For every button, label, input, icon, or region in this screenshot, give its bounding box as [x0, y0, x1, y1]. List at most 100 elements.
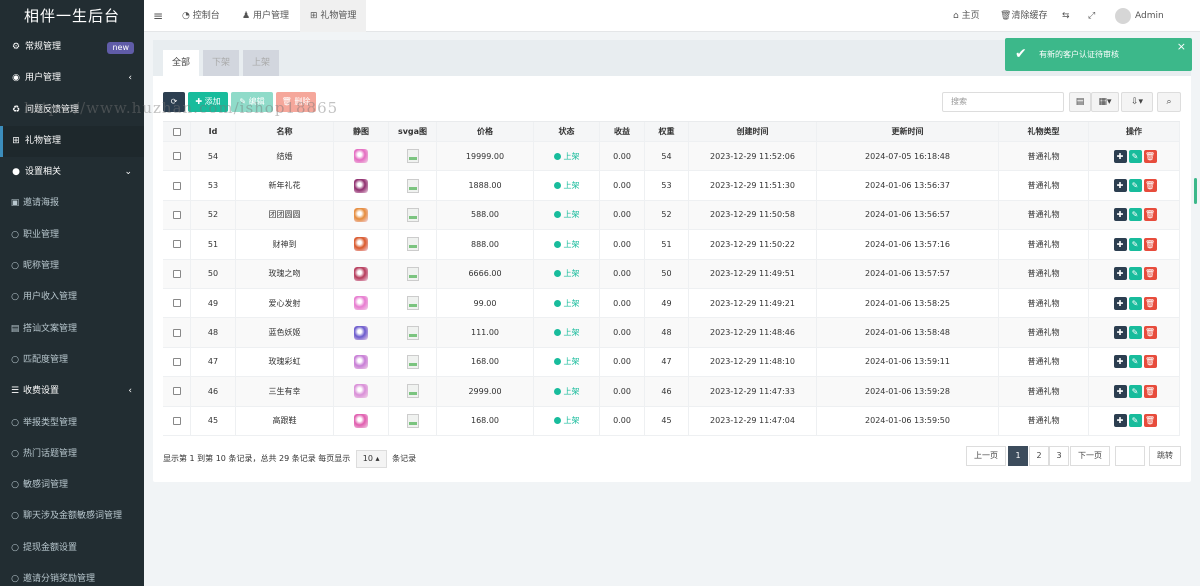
drag-sort-icon[interactable]: ✚ [1113, 296, 1127, 310]
svga-file-icon[interactable] [406, 384, 419, 399]
edit-icon[interactable]: ✎ [1128, 267, 1142, 281]
delete-icon[interactable]: 🗑 [1143, 149, 1157, 163]
delete-icon[interactable]: 🗑 [1143, 296, 1157, 310]
svga-file-icon[interactable] [406, 237, 419, 252]
gift-thumbnail[interactable] [354, 207, 368, 222]
next-page-button[interactable]: 下一页 [1070, 446, 1110, 466]
column-header[interactable]: Id [191, 122, 236, 141]
hamburger-icon[interactable]: ≡ [153, 0, 163, 32]
sidebar-item-15[interactable]: ○ 聊天涉及金额敏感词管理 [0, 501, 144, 532]
fullscreen-icon[interactable]: ⤢ [1088, 0, 1095, 32]
filter-tab-all[interactable]: 全部 [163, 50, 199, 76]
row-checkbox[interactable] [172, 387, 181, 396]
gift-thumbnail[interactable] [354, 266, 368, 281]
search-icon[interactable]: ⌕ [1157, 92, 1181, 112]
edit-icon[interactable]: ✎ [1128, 414, 1142, 428]
gift-thumbnail[interactable] [354, 354, 368, 369]
column-header[interactable]: 状态 [534, 122, 600, 141]
gift-thumbnail[interactable] [354, 178, 368, 193]
svga-file-icon[interactable] [406, 178, 419, 193]
sidebar-item-14[interactable]: ○ 敏感词管理 [0, 470, 144, 501]
sidebar-item-16[interactable]: ○ 提现金额设置 [0, 533, 144, 564]
sidebar-item-3[interactable]: ⊞ 礼物管理 [0, 125, 144, 158]
table-row[interactable]: 50 玫瑰之吻 6666.00 上架 0.00 50 2023-12-29 11:49:51… [163, 259, 1180, 289]
edit-icon[interactable]: ✎ [1128, 355, 1142, 369]
table-row[interactable]: 48 蓝色妖姬 111.00 上架 0.00 48 2023-12-29 11:48:46 2… [163, 318, 1180, 348]
sidebar-item-2[interactable]: ♻ 问题反馈管理 [0, 95, 144, 126]
page-1-button[interactable]: 1 [1008, 446, 1028, 466]
gift-thumbnail[interactable] [354, 384, 368, 399]
page-2-button[interactable]: 2 [1029, 446, 1049, 466]
sidebar-item-12[interactable]: ○ 举报类型管理 [0, 408, 144, 439]
table-row[interactable]: 51 财神到 888.00 上架 0.00 51 2023-12-29 11:50:22 20… [163, 230, 1180, 260]
column-header[interactable]: 收益 [600, 122, 645, 141]
close-icon[interactable]: × [1177, 30, 1186, 63]
select-all-checkbox[interactable] [172, 127, 181, 136]
sidebar-item-0[interactable]: ⚙ 常规管理 new [0, 32, 144, 63]
gift-thumbnail[interactable] [354, 325, 368, 340]
sidebar-item-7[interactable]: ○ 昵称管理 [0, 251, 144, 282]
sidebar-item-13[interactable]: ○ 热门话题管理 [0, 439, 144, 470]
edit-icon[interactable]: ✎ [1128, 296, 1142, 310]
svga-file-icon[interactable] [406, 413, 419, 428]
toggle-view-icon[interactable]: ▤ [1069, 92, 1091, 112]
prev-page-button[interactable]: 上一页 [966, 446, 1006, 466]
sidebar-item-17[interactable]: ○ 邀请分销奖励管理 [0, 564, 144, 586]
table-row[interactable]: 54 结婚 19999.00 上架 0.00 54 2023-12-29 11:52:06 2… [163, 142, 1180, 172]
jump-page-input[interactable] [1115, 446, 1145, 466]
clear-cache-button[interactable]: 🗑清除缓存 [1000, 0, 1047, 32]
gift-thumbnail[interactable] [354, 413, 368, 428]
sidebar-item-5[interactable]: ▣ 邀请海报 [0, 188, 144, 219]
filter-tab-offline[interactable]: 下架 [203, 50, 239, 76]
gift-thumbnail[interactable] [354, 237, 368, 252]
edit-button[interactable]: ✎ 编辑 [231, 92, 273, 112]
delete-icon[interactable]: 🗑 [1143, 414, 1157, 428]
column-header[interactable]: 更新时间 [817, 122, 999, 141]
row-checkbox[interactable] [172, 328, 181, 337]
column-header[interactable]: 操作 [1089, 122, 1180, 141]
sidebar-item-11[interactable]: ☰ 收费设置 ‹ [0, 376, 144, 407]
row-checkbox[interactable] [172, 210, 181, 219]
edit-icon[interactable]: ✎ [1128, 384, 1142, 398]
column-header[interactable]: 权重 [645, 122, 689, 141]
edit-icon[interactable]: ✎ [1128, 326, 1142, 340]
row-checkbox[interactable] [172, 269, 181, 278]
translate-icon[interactable]: ⇆ [1062, 0, 1070, 32]
column-header[interactable]: 价格 [437, 122, 534, 141]
row-checkbox[interactable] [172, 240, 181, 249]
home-link[interactable]: ⌂ 主页 [953, 0, 980, 32]
table-row[interactable]: 52 团团圆圆 588.00 上架 0.00 52 2023-12-29 11:50:58 2… [163, 200, 1180, 231]
delete-button[interactable]: 🗑 删除 [276, 92, 316, 112]
drag-sort-icon[interactable]: ✚ [1113, 326, 1127, 340]
search-input[interactable]: 搜索 [942, 92, 1064, 112]
svga-file-icon[interactable] [406, 266, 419, 281]
drag-sort-icon[interactable]: ✚ [1113, 179, 1127, 193]
row-checkbox[interactable] [172, 152, 181, 161]
gift-thumbnail[interactable] [354, 149, 368, 164]
svga-file-icon[interactable] [406, 325, 419, 340]
drag-sort-icon[interactable]: ✚ [1113, 237, 1127, 251]
svga-file-icon[interactable] [406, 149, 419, 164]
row-checkbox[interactable] [172, 357, 181, 366]
filter-tab-online[interactable]: 上架 [243, 50, 279, 76]
add-button[interactable]: ✚ 添加 [188, 92, 228, 112]
column-header[interactable]: svga图 [389, 122, 437, 141]
row-checkbox[interactable] [172, 181, 181, 190]
export-icon[interactable]: ⇩▾ [1121, 92, 1153, 112]
drag-sort-icon[interactable]: ✚ [1113, 355, 1127, 369]
drag-sort-icon[interactable]: ✚ [1113, 267, 1127, 281]
svga-file-icon[interactable] [406, 207, 419, 222]
gift-thumbnail[interactable] [354, 296, 368, 311]
svga-file-icon[interactable] [406, 354, 419, 369]
delete-icon[interactable]: 🗑 [1143, 179, 1157, 193]
column-header[interactable]: 静图 [334, 122, 389, 141]
table-row[interactable]: 46 三生有幸 2999.00 上架 0.00 46 2023-12-29 11:47:33… [163, 377, 1180, 407]
row-checkbox[interactable] [172, 416, 181, 425]
sidebar-item-10[interactable]: ○ 匹配度管理 [0, 345, 144, 376]
delete-icon[interactable]: 🗑 [1143, 208, 1157, 222]
table-row[interactable]: 53 新年礼花 1888.00 上架 0.00 53 2023-12-29 11:51:30… [163, 171, 1180, 201]
refresh-button[interactable]: ⟳ [163, 92, 185, 112]
drag-sort-icon[interactable]: ✚ [1113, 384, 1127, 398]
delete-icon[interactable]: 🗑 [1143, 237, 1157, 251]
edit-icon[interactable]: ✎ [1128, 208, 1142, 222]
